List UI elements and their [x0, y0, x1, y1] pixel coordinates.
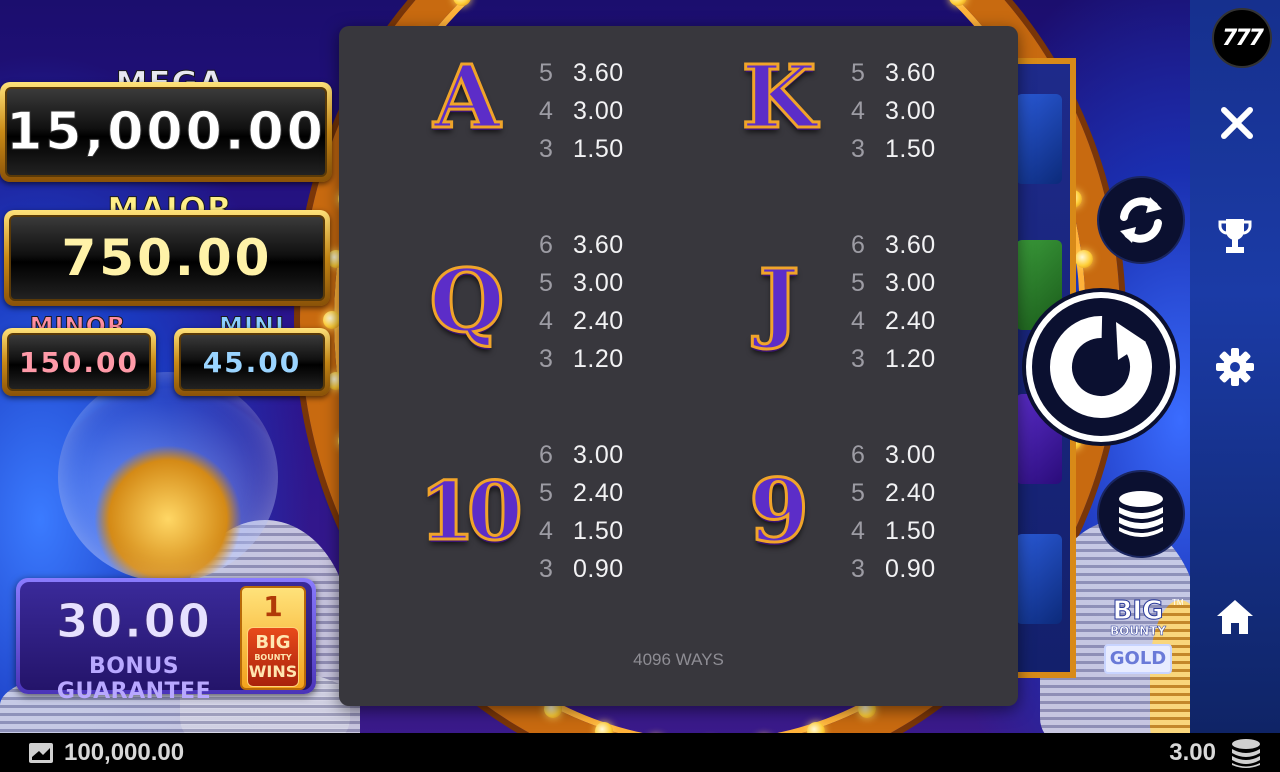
- big-bounty-wins-badge: 1 BIG BOUNTY WINS: [240, 586, 306, 690]
- pays-q: 6 3.60 5 3.00 4 2.40 3 1.20: [539, 226, 624, 378]
- trophy-button[interactable]: [1210, 212, 1260, 262]
- pay-row: 4 1.50: [851, 516, 936, 545]
- symbol-9-icon: 9: [748, 459, 811, 563]
- pays-k: 5 3.60 4 3.00 3 1.50: [851, 54, 936, 168]
- pay-row: 3 0.90: [539, 554, 624, 583]
- bonus-guarantee-panel: 30.00 BONUS GUARANTEE 1 BIG BOUNTY WINS: [16, 578, 316, 704]
- autoplay-icon: [1120, 197, 1162, 243]
- home-button[interactable]: [1210, 592, 1260, 642]
- pay-row: 6 3.60: [539, 230, 624, 259]
- major-jackpot: 750.00: [4, 210, 330, 306]
- pay-row: 4 3.00: [539, 96, 624, 125]
- symbol-q-icon: Q: [428, 249, 506, 353]
- pay-row: 4 3.00: [851, 96, 936, 125]
- pay-row: 3 1.50: [851, 134, 936, 163]
- minor-value: 150.00: [18, 345, 140, 379]
- trophy-icon: [1218, 219, 1252, 253]
- symbol-a-icon: A: [432, 45, 502, 149]
- right-sidebar: 777: [1190, 0, 1280, 733]
- bonus-guarantee-value: 30.00: [56, 594, 212, 649]
- pay-row: 5 2.40: [851, 478, 936, 507]
- spin-icon: [1050, 316, 1152, 418]
- mega-value: 15,000.00: [6, 102, 326, 163]
- crystal-ball: [58, 372, 278, 582]
- pay-row: 3 1.20: [539, 344, 624, 373]
- spin-button[interactable]: [1032, 298, 1170, 436]
- pay-row: 3 0.90: [851, 554, 936, 583]
- pay-row: 6 3.00: [539, 440, 624, 469]
- brand-logo: 777: [1212, 8, 1272, 68]
- major-value: 750.00: [61, 229, 273, 287]
- pay-row: 4 1.50: [539, 516, 624, 545]
- settings-icon: [1216, 348, 1254, 386]
- logo-line-gold: GOLD: [1104, 644, 1172, 674]
- symbol-10-icon: 10: [418, 463, 524, 560]
- logo-line-big: BIG: [1112, 596, 1164, 626]
- balance-value: 100,000.00: [64, 739, 185, 766]
- marquee-bulb: [594, 721, 613, 733]
- mega-jackpot: 15,000.00: [0, 82, 332, 182]
- pays-a: 5 3.60 4 3.00 3 1.50: [539, 54, 624, 168]
- reel-symbol: [1016, 94, 1062, 184]
- mini-jackpot: 45.00: [174, 328, 330, 396]
- pay-row: 5 3.00: [539, 268, 624, 297]
- pay-row: 3 1.50: [539, 134, 624, 163]
- home-icon: [1217, 600, 1253, 634]
- badge-count: 1: [263, 590, 283, 623]
- game-logo: BIG BOUNTY GOLD: [1102, 598, 1174, 690]
- pay-row: 6 3.60: [851, 230, 936, 259]
- logo-line-bounty: BOUNTY: [1109, 624, 1167, 639]
- reel-symbol: [1016, 534, 1062, 624]
- big-bounty-wins-logo: BIG BOUNTY WINS: [247, 627, 299, 687]
- autoplay-button[interactable]: [1099, 178, 1183, 262]
- pay-row: 5 3.00: [851, 268, 936, 297]
- settings-button[interactable]: [1210, 342, 1260, 392]
- pay-row: 5 2.40: [539, 478, 624, 507]
- bottom-bar: 100,000.00 3.00: [0, 733, 1280, 772]
- close-icon: [1221, 107, 1253, 139]
- mini-value: 45.00: [202, 345, 302, 379]
- logo-trademark: TM: [1172, 598, 1184, 607]
- badge-logo-bounty: BOUNTY: [254, 653, 292, 662]
- coin-stack-icon: [1232, 739, 1260, 768]
- pay-row: 5 3.60: [539, 58, 624, 87]
- paytable-modal: A 5 3.60 4 3.00 3 1.50 K 5 3.60 4 3.00 3 1.50 …: [339, 26, 1018, 706]
- pay-row: 4 2.40: [851, 306, 936, 335]
- bonus-guarantee-label: BONUS GUARANTEE: [56, 654, 212, 704]
- bet-value: 3.00: [1169, 739, 1216, 766]
- close-button[interactable]: [1212, 98, 1262, 148]
- ways-label: 4096 WAYS: [633, 650, 724, 669]
- wallet-icon: [29, 743, 53, 763]
- bet-button[interactable]: [1099, 472, 1183, 556]
- coin-stack-icon: [1119, 491, 1163, 537]
- minor-jackpot: 150.00: [2, 328, 156, 396]
- pays-10: 6 3.00 5 2.40 4 1.50 3 0.90: [539, 436, 624, 588]
- symbol-k-icon: K: [740, 45, 818, 149]
- brand-logo-text: 777: [1222, 25, 1264, 51]
- pays-j: 6 3.60 5 3.00 4 2.40 3 1.20: [851, 226, 936, 378]
- pay-row: 6 3.00: [851, 440, 936, 469]
- symbol-j-icon: J: [757, 249, 801, 353]
- pay-row: 4 2.40: [539, 306, 624, 335]
- pay-row: 3 1.20: [851, 344, 936, 373]
- badge-logo-wins: WINS: [248, 662, 298, 681]
- badge-logo-big: BIG: [255, 632, 291, 653]
- pays-9: 6 3.00 5 2.40 4 1.50 3 0.90: [851, 436, 936, 588]
- pay-row: 5 3.60: [851, 58, 936, 87]
